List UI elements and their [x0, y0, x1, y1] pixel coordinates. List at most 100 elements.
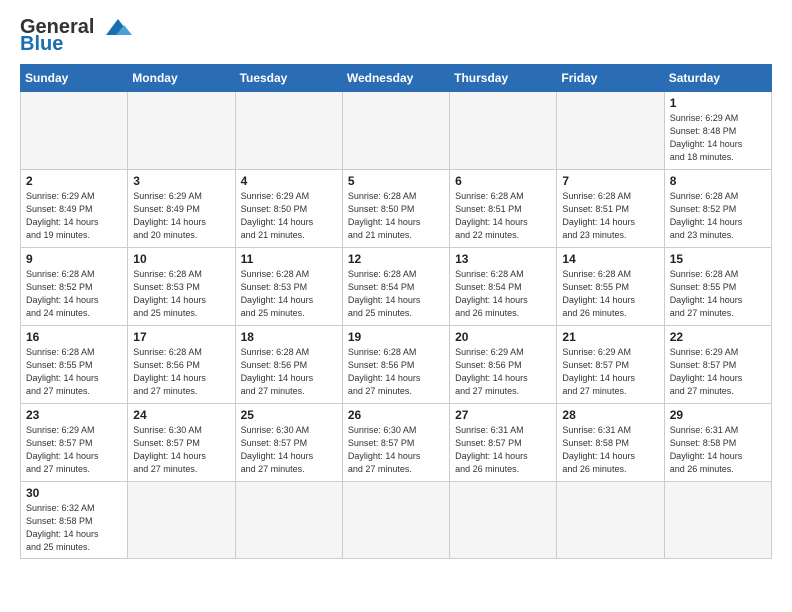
calendar-cell: 27 Sunrise: 6:31 AM Sunset: 8:57 PM Dayli… — [450, 404, 557, 482]
calendar-cell: 28Sunrise: 6:31 AM Sunset: 8:58 PM Dayli… — [557, 404, 664, 482]
day-info: Sunrise: 6:28 AM Sunset: 8:52 PM Dayligh… — [670, 190, 766, 242]
day-number: 6 — [455, 174, 551, 188]
calendar-cell: 25Sunrise: 6:30 AM Sunset: 8:57 PM Dayli… — [235, 404, 342, 482]
weekday-sunday: Sunday — [21, 65, 128, 92]
day-info: Sunrise: 6:28 AM Sunset: 8:51 PM Dayligh… — [562, 190, 658, 242]
day-info: Sunrise: 6:29 AM Sunset: 8:50 PM Dayligh… — [241, 190, 337, 242]
calendar-cell: 4 Sunrise: 6:29 AM Sunset: 8:50 PM Daylig… — [235, 170, 342, 248]
day-info: Sunrise: 6:28 AM Sunset: 8:54 PM Dayligh… — [455, 268, 551, 320]
day-info: Sunrise: 6:28 AM Sunset: 8:53 PM Dayligh… — [133, 268, 229, 320]
day-info: Sunrise: 6:28 AM Sunset: 8:55 PM Dayligh… — [26, 346, 122, 398]
calendar-cell: 12Sunrise: 6:28 AM Sunset: 8:54 PM Dayli… — [342, 248, 449, 326]
logo-area: General Blue — [20, 16, 136, 56]
calendar-week-2: 2 Sunrise: 6:29 AM Sunset: 8:49 PM Daylig… — [21, 170, 772, 248]
day-number: 27 — [455, 408, 551, 422]
logo-icon — [98, 17, 136, 39]
calendar-week-5: 23 Sunrise: 6:29 AM Sunset: 8:57 PM Dayli… — [21, 404, 772, 482]
day-number: 15 — [670, 252, 766, 266]
calendar-cell: 23 Sunrise: 6:29 AM Sunset: 8:57 PM Dayli… — [21, 404, 128, 482]
weekday-tuesday: Tuesday — [235, 65, 342, 92]
day-number: 26 — [348, 408, 444, 422]
calendar-cell — [235, 92, 342, 170]
day-number: 22 — [670, 330, 766, 344]
day-number: 2 — [26, 174, 122, 188]
calendar-cell — [342, 482, 449, 559]
day-info: Sunrise: 6:28 AM Sunset: 8:53 PM Dayligh… — [241, 268, 337, 320]
calendar-cell: 1Sunrise: 6:29 AM Sunset: 8:48 PM Daylig… — [664, 92, 771, 170]
calendar-cell: 24 Sunrise: 6:30 AM Sunset: 8:57 PM Dayli… — [128, 404, 235, 482]
calendar-cell: 22 Sunrise: 6:29 AM Sunset: 8:57 PM Dayli… — [664, 326, 771, 404]
day-number: 3 — [133, 174, 229, 188]
weekday-monday: Monday — [128, 65, 235, 92]
weekday-thursday: Thursday — [450, 65, 557, 92]
day-number: 18 — [241, 330, 337, 344]
day-info: Sunrise: 6:28 AM Sunset: 8:55 PM Dayligh… — [670, 268, 766, 320]
calendar-cell — [21, 92, 128, 170]
calendar-cell: 19Sunrise: 6:28 AM Sunset: 8:56 PM Dayli… — [342, 326, 449, 404]
day-number: 19 — [348, 330, 444, 344]
page-header: General Blue — [20, 16, 772, 56]
day-info: Sunrise: 6:28 AM Sunset: 8:50 PM Dayligh… — [348, 190, 444, 242]
weekday-friday: Friday — [557, 65, 664, 92]
day-info: Sunrise: 6:28 AM Sunset: 8:52 PM Dayligh… — [26, 268, 122, 320]
day-info: Sunrise: 6:29 AM Sunset: 8:57 PM Dayligh… — [562, 346, 658, 398]
calendar-cell: 3 Sunrise: 6:29 AM Sunset: 8:49 PM Daylig… — [128, 170, 235, 248]
logo-blue: Blue — [20, 33, 63, 56]
calendar-cell — [235, 482, 342, 559]
day-info: Sunrise: 6:31 AM Sunset: 8:57 PM Dayligh… — [455, 424, 551, 476]
calendar-cell: 9 Sunrise: 6:28 AM Sunset: 8:52 PM Daylig… — [21, 248, 128, 326]
calendar-cell — [342, 92, 449, 170]
calendar-cell: 10 Sunrise: 6:28 AM Sunset: 8:53 PM Dayli… — [128, 248, 235, 326]
calendar-cell: 13 Sunrise: 6:28 AM Sunset: 8:54 PM Dayli… — [450, 248, 557, 326]
day-number: 11 — [241, 252, 337, 266]
day-number: 24 — [133, 408, 229, 422]
day-number: 29 — [670, 408, 766, 422]
day-number: 1 — [670, 96, 766, 110]
day-info: Sunrise: 6:30 AM Sunset: 8:57 PM Dayligh… — [348, 424, 444, 476]
calendar-cell: 15 Sunrise: 6:28 AM Sunset: 8:55 PM Dayli… — [664, 248, 771, 326]
day-info: Sunrise: 6:28 AM Sunset: 8:55 PM Dayligh… — [562, 268, 658, 320]
weekday-wednesday: Wednesday — [342, 65, 449, 92]
day-info: Sunrise: 6:28 AM Sunset: 8:54 PM Dayligh… — [348, 268, 444, 320]
calendar-cell: 20 Sunrise: 6:29 AM Sunset: 8:56 PM Dayli… — [450, 326, 557, 404]
day-info: Sunrise: 6:29 AM Sunset: 8:49 PM Dayligh… — [133, 190, 229, 242]
calendar-cell: 21 Sunrise: 6:29 AM Sunset: 8:57 PM Dayli… — [557, 326, 664, 404]
calendar-cell — [128, 482, 235, 559]
calendar-cell: 30 Sunrise: 6:32 AM Sunset: 8:58 PM Dayli… — [21, 482, 128, 559]
day-info: Sunrise: 6:29 AM Sunset: 8:57 PM Dayligh… — [26, 424, 122, 476]
day-info: Sunrise: 6:30 AM Sunset: 8:57 PM Dayligh… — [133, 424, 229, 476]
calendar-body: 1Sunrise: 6:29 AM Sunset: 8:48 PM Daylig… — [21, 92, 772, 559]
calendar-week-3: 9 Sunrise: 6:28 AM Sunset: 8:52 PM Daylig… — [21, 248, 772, 326]
calendar-cell: 29 Sunrise: 6:31 AM Sunset: 8:58 PM Dayli… — [664, 404, 771, 482]
calendar-table: SundayMondayTuesdayWednesdayThursdayFrid… — [20, 64, 772, 559]
day-number: 25 — [241, 408, 337, 422]
day-number: 23 — [26, 408, 122, 422]
day-number: 21 — [562, 330, 658, 344]
day-number: 14 — [562, 252, 658, 266]
day-number: 4 — [241, 174, 337, 188]
calendar-cell: 18 Sunrise: 6:28 AM Sunset: 8:56 PM Dayli… — [235, 326, 342, 404]
day-info: Sunrise: 6:32 AM Sunset: 8:58 PM Dayligh… — [26, 502, 122, 554]
day-info: Sunrise: 6:31 AM Sunset: 8:58 PM Dayligh… — [670, 424, 766, 476]
calendar-cell: 26 Sunrise: 6:30 AM Sunset: 8:57 PM Dayli… — [342, 404, 449, 482]
day-info: Sunrise: 6:28 AM Sunset: 8:56 PM Dayligh… — [133, 346, 229, 398]
calendar-cell — [557, 482, 664, 559]
day-info: Sunrise: 6:29 AM Sunset: 8:49 PM Dayligh… — [26, 190, 122, 242]
calendar-cell: 16Sunrise: 6:28 AM Sunset: 8:55 PM Dayli… — [21, 326, 128, 404]
day-number: 9 — [26, 252, 122, 266]
day-info: Sunrise: 6:29 AM Sunset: 8:57 PM Dayligh… — [670, 346, 766, 398]
calendar-cell: 17Sunrise: 6:28 AM Sunset: 8:56 PM Dayli… — [128, 326, 235, 404]
calendar-cell — [450, 482, 557, 559]
day-number: 5 — [348, 174, 444, 188]
calendar-cell: 5 Sunrise: 6:28 AM Sunset: 8:50 PM Daylig… — [342, 170, 449, 248]
weekday-header-row: SundayMondayTuesdayWednesdayThursdayFrid… — [21, 65, 772, 92]
calendar-cell — [664, 482, 771, 559]
day-number: 30 — [26, 486, 122, 500]
day-info: Sunrise: 6:29 AM Sunset: 8:56 PM Dayligh… — [455, 346, 551, 398]
day-number: 20 — [455, 330, 551, 344]
day-info: Sunrise: 6:28 AM Sunset: 8:56 PM Dayligh… — [241, 346, 337, 398]
calendar-cell — [557, 92, 664, 170]
day-number: 10 — [133, 252, 229, 266]
calendar-cell: 7Sunrise: 6:28 AM Sunset: 8:51 PM Daylig… — [557, 170, 664, 248]
day-number: 13 — [455, 252, 551, 266]
